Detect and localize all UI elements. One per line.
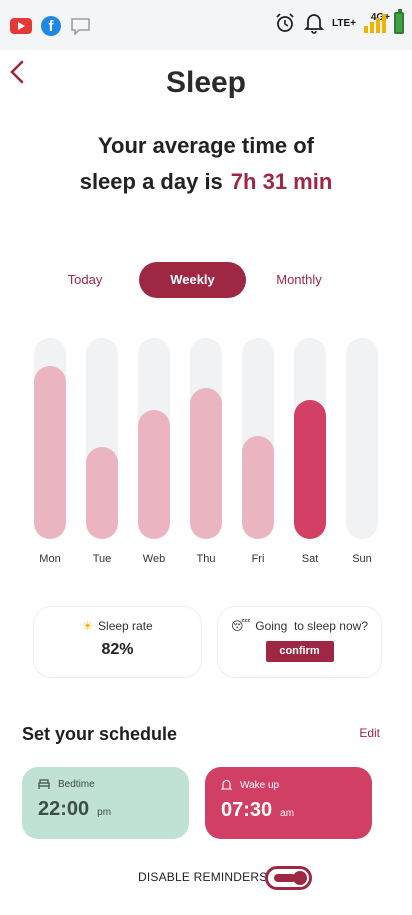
tab-weekly[interactable]: Weekly: [139, 262, 246, 298]
reminders-toggle[interactable]: [265, 866, 312, 890]
system-icons: LTE+: [274, 9, 404, 34]
edit-schedule-link[interactable]: Edit: [359, 726, 380, 740]
confirm-button[interactable]: confirm: [265, 641, 334, 662]
bar-tue[interactable]: [86, 447, 118, 539]
disable-reminders-label: DISABLE REMINDERS: [138, 870, 268, 884]
message-icon: [71, 17, 90, 35]
wakeup-card[interactable]: Wake up 07:30 am: [205, 767, 372, 839]
bar-label-web: Web: [142, 553, 166, 565]
schedule-title: Set your schedule: [22, 724, 178, 744]
bar-track-web: [138, 338, 170, 539]
bar-label-fri: Fri: [251, 553, 265, 565]
wakeup-time: 07:30: [221, 799, 273, 821]
tab-monthly[interactable]: Monthly: [266, 262, 332, 298]
status-bar: f 4G+ LTE+: [0, 0, 412, 50]
tab-today[interactable]: Today: [54, 262, 116, 298]
toggle-knob: [293, 871, 307, 885]
period-tabs: Today Weekly Monthly: [0, 262, 412, 298]
battery-icon: [394, 9, 404, 34]
facebook-icon: f: [41, 16, 61, 36]
bar-label-thu: Thu: [196, 553, 216, 565]
bar-track-sun: [346, 338, 378, 539]
wakeup-label: Wake up: [240, 779, 280, 791]
network-label: LTE+: [332, 17, 356, 29]
summary-line-1: Your average time of: [98, 133, 314, 158]
bar-label-tue: Tue: [92, 553, 112, 565]
weekly-sleep-chart: Mon Tue Web Thu Fri Sat Sun: [0, 338, 412, 578]
wakeup-suffix: am: [280, 808, 295, 819]
bar-thu[interactable]: [190, 388, 222, 539]
bedtime-time: 22:00: [38, 798, 90, 820]
bell-icon: [221, 779, 232, 790]
bell-icon: [304, 14, 325, 34]
bed-icon: [38, 779, 50, 789]
sleepy-face-icon: 😴: [231, 619, 251, 633]
bar-track-tue: [86, 338, 118, 539]
summary-text: sleep a day is: [79, 169, 223, 194]
bar-fri[interactable]: [242, 436, 274, 539]
bar-label-sat: Sat: [301, 553, 319, 565]
bar-sat[interactable]: [294, 400, 326, 539]
going-to-sleep-label: Going to sleep now?: [255, 619, 368, 633]
signal-icon: [364, 13, 386, 33]
bedtime-suffix: pm: [97, 807, 112, 818]
summary-line-2: sleep a day is 7h 31 min: [0, 164, 412, 200]
sleep-rate-value: 82%: [101, 641, 134, 658]
bar-mon[interactable]: [34, 366, 66, 539]
reminders-row: DISABLE REMINDERS: [0, 866, 412, 890]
sleep-rate-label: Sleep rate: [98, 619, 153, 633]
bedtime-card[interactable]: Bedtime 22:00 pm: [22, 767, 189, 839]
average-sleep-value: 7h 31 min: [230, 169, 333, 194]
bar-track-fri: [242, 338, 274, 539]
page-title: Sleep: [165, 66, 247, 99]
notification-icons: f: [10, 16, 91, 36]
alarm-icon: [276, 13, 294, 32]
sleep-rate-card: ☀ Sleep rate 82%: [33, 606, 202, 678]
bar-track-mon: [34, 338, 66, 539]
sleep-summary: Your average time of sleep a day is 7h 31…: [0, 128, 412, 200]
going-to-sleep-card: 😴 Going to sleep now? confirm: [217, 606, 382, 678]
bedtime-label: Bedtime: [58, 779, 95, 790]
youtube-icon: [10, 18, 32, 34]
bar-web[interactable]: [138, 410, 170, 539]
bar-track-thu: [190, 338, 222, 539]
bar-label-sun: Sun: [352, 553, 372, 565]
sun-icon: ☀: [82, 619, 94, 633]
bar-track-sat: [294, 338, 326, 539]
bar-label-mon: Mon: [39, 553, 61, 565]
